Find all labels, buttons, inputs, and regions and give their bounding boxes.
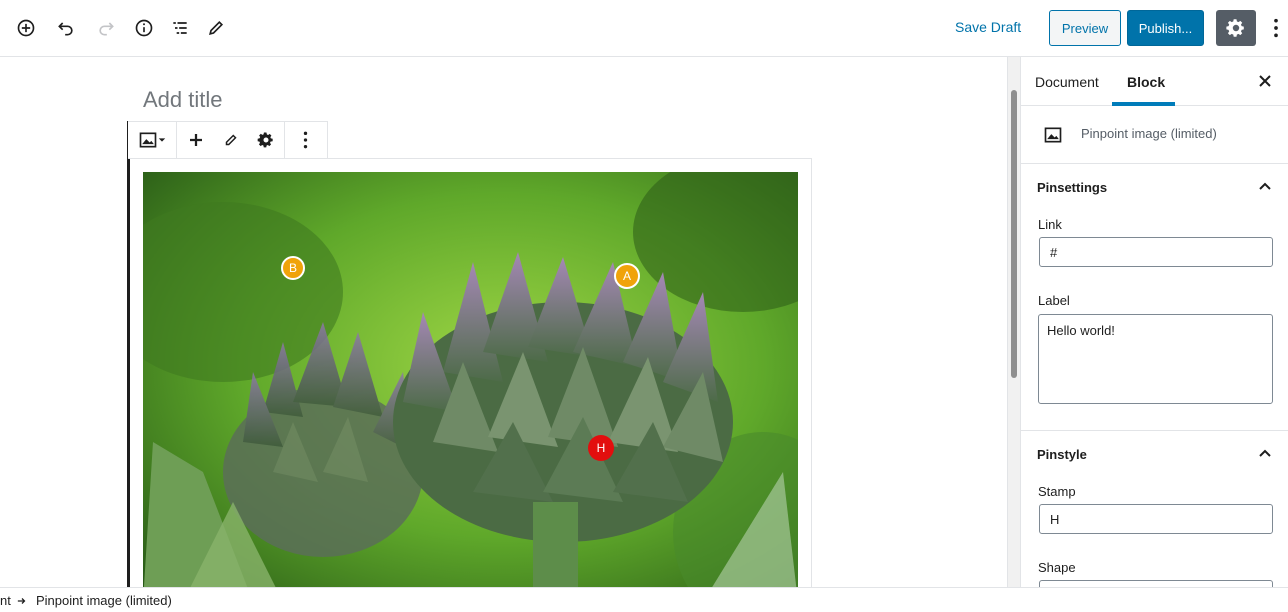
vertical-ellipsis-icon [303, 131, 308, 149]
edit-icon[interactable] [204, 16, 228, 40]
add-block-icon[interactable] [14, 16, 38, 40]
post-title-input[interactable]: Add title [143, 87, 223, 113]
tab-document[interactable]: Document [1035, 74, 1099, 90]
panel-divider [1021, 430, 1288, 431]
breadcrumb-item-block[interactable]: Pinpoint image (limited) [36, 593, 172, 608]
link-input[interactable]: # [1039, 237, 1273, 267]
shape-label: Shape [1038, 560, 1076, 575]
pin-b-label: B [288, 261, 297, 275]
editor-scrollbar[interactable] [1007, 57, 1020, 587]
artichoke-image[interactable]: B A H [143, 172, 798, 587]
sidebar-tabs: Document Block [1021, 57, 1288, 106]
close-icon[interactable] [1257, 73, 1273, 89]
pin-h-label: H [596, 441, 606, 455]
redo-icon[interactable] [94, 16, 118, 40]
label-textarea[interactable]: Hello world! [1038, 314, 1273, 404]
block-type-switcher[interactable] [128, 122, 177, 158]
link-label: Link [1038, 217, 1062, 232]
block-toolbar [128, 121, 328, 159]
undo-icon[interactable] [54, 16, 78, 40]
breadcrumb-item-document[interactable]: nt [0, 593, 11, 608]
stamp-input[interactable]: H [1039, 504, 1273, 534]
preview-button[interactable]: Preview [1049, 10, 1121, 46]
image-icon [139, 132, 157, 148]
eraser-icon[interactable] [213, 122, 248, 158]
artichoke-photo [143, 172, 798, 587]
stamp-label: Stamp [1038, 484, 1076, 499]
arrow-right-icon [17, 598, 26, 604]
chevron-down-icon [158, 138, 166, 142]
block-card: Pinpoint image (limited) [1021, 106, 1288, 164]
image-icon [1044, 127, 1062, 143]
label-label: Label [1038, 293, 1070, 308]
pin-settings-heading[interactable]: Pinsettings [1037, 180, 1107, 195]
pin-style-heading[interactable]: Pinstyle [1037, 447, 1087, 462]
scrollbar-thumb[interactable] [1011, 90, 1017, 378]
gear-icon [1226, 19, 1244, 37]
chevron-up-icon[interactable] [1257, 446, 1273, 462]
save-draft-button[interactable]: Save Draft [955, 19, 1021, 35]
add-pin-icon[interactable] [178, 122, 213, 158]
tab-block[interactable]: Block [1127, 74, 1165, 90]
pin-h[interactable]: H [588, 435, 614, 461]
pin-a-label: A [622, 269, 631, 283]
settings-button[interactable] [1216, 10, 1256, 46]
pin-a[interactable]: A [614, 263, 640, 289]
outline-icon[interactable] [168, 16, 192, 40]
block-card-title: Pinpoint image (limited) [1081, 126, 1217, 141]
publish-button[interactable]: Publish... [1127, 10, 1204, 46]
pin-b[interactable]: B [281, 256, 305, 280]
shape-select[interactable] [1039, 580, 1273, 587]
breadcrumb: nt Pinpoint image (limited) [0, 587, 1288, 612]
editor-canvas: Add title B A H [0, 57, 1007, 587]
top-toolbar: Save Draft Preview Publish... [0, 0, 1288, 57]
more-options-icon[interactable] [1266, 16, 1286, 40]
chevron-up-icon[interactable] [1257, 179, 1273, 195]
pin-settings-icon[interactable] [248, 122, 283, 158]
info-icon[interactable] [132, 16, 156, 40]
block-more-options[interactable] [285, 122, 326, 158]
settings-sidebar: Document Block Pinpoint image (limited) … [1020, 57, 1288, 587]
